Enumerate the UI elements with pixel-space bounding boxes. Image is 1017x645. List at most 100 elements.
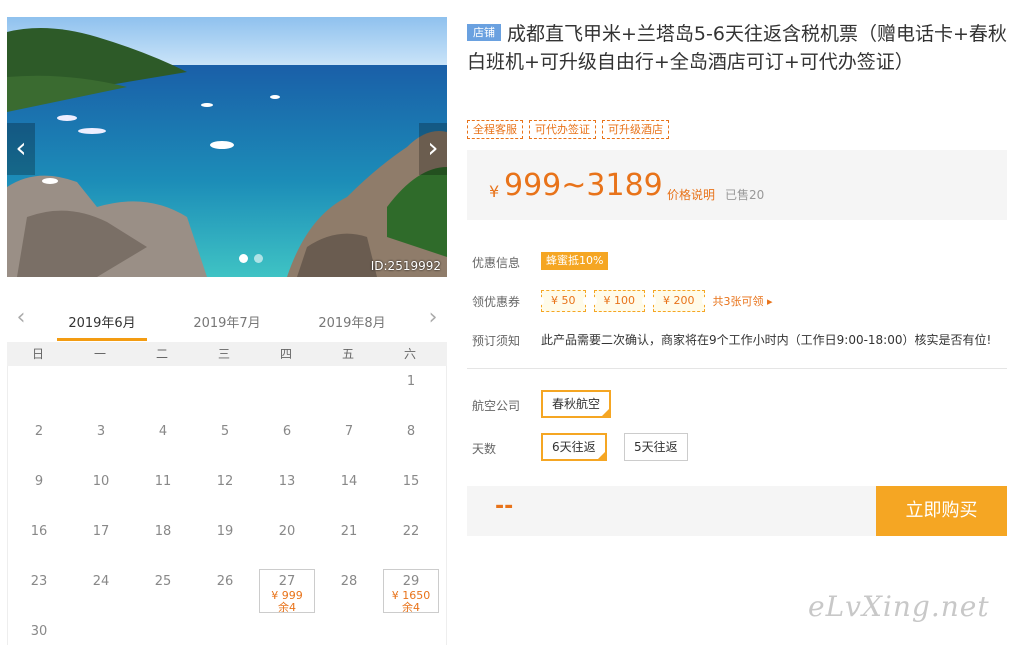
weekday-label: 六 <box>403 347 416 361</box>
day-number: 26 <box>216 574 234 589</box>
day-number: 12 <box>216 474 234 489</box>
days-option-6[interactable]: 6天往返 <box>541 433 607 461</box>
calendar-day: 4 <box>132 416 194 466</box>
calendar-day: 11 <box>132 466 194 516</box>
chevron-left-icon[interactable]: ‹ <box>11 307 31 329</box>
day-number: 18 <box>154 524 172 539</box>
coupon-50[interactable]: ¥ 50 <box>538 290 588 312</box>
day-number: 8 <box>406 424 416 439</box>
calendar-empty-cell <box>256 366 318 416</box>
day-number: 25 <box>154 574 172 589</box>
available-day-frame <box>383 569 439 613</box>
day-number: 6 <box>282 424 292 439</box>
calendar-day: 25 <box>132 566 194 616</box>
day-number: 10 <box>92 474 110 489</box>
day-number: 15 <box>402 474 420 489</box>
sold-count: 已售20 <box>725 188 765 202</box>
calendar-day: 8 <box>380 416 442 466</box>
coupon-200[interactable]: ¥ 200 <box>650 290 707 312</box>
days-option-5[interactable]: 5天往返 <box>624 433 688 461</box>
day-number: 28 <box>340 574 358 589</box>
calendar-day: 13 <box>256 466 318 516</box>
day-number: 19 <box>216 524 234 539</box>
calendar-day: 5 <box>194 416 256 466</box>
coupon-label: 领优惠券 <box>472 295 521 309</box>
calendar-day: 20 <box>256 516 318 566</box>
chevron-right-icon[interactable]: › <box>423 307 443 329</box>
chevron-left-icon: ‹ <box>15 131 27 164</box>
calendar-day: 21 <box>318 516 380 566</box>
calendar-grid: 1 2 3 4 5 6 7 8 9 10 11 12 13 14 15 16 17 18 19 20 21 22 23 24 2… <box>7 366 447 645</box>
day-number: 16 <box>30 524 48 539</box>
month-nav: ‹ 2019年6月 2019年7月 2019年8月 › <box>7 298 447 342</box>
weekday-header: 日 一 二 三 四 五 六 <box>7 342 447 366</box>
more-coupons-link[interactable]: 共3张可领 ▸ <box>713 293 773 309</box>
departure-calendar: ‹ 2019年6月 2019年7月 2019年8月 › 日 一 二 三 四 五 … <box>7 298 447 645</box>
tab-month-july[interactable]: 2019年7月 <box>182 312 272 331</box>
hero-image: ‹ › ID:2519992 <box>7 17 447 277</box>
day-number: 23 <box>30 574 48 589</box>
coupon-list: ¥ 50 ¥ 100 ¥ 200 共3张可领 ▸ <box>538 290 773 312</box>
airline-option-spring[interactable]: 春秋航空 <box>541 390 612 418</box>
price-explain-link[interactable]: 价格说明 <box>667 186 715 203</box>
day-number: 5 <box>220 424 230 439</box>
coupon-100[interactable]: ¥ 100 <box>590 290 648 312</box>
calendar-day: 17 <box>70 516 132 566</box>
calendar-day: 15 <box>380 466 442 516</box>
calendar-empty-cell <box>132 366 194 416</box>
hero-next-button[interactable]: › <box>419 123 447 175</box>
calendar-day: 26 <box>194 566 256 616</box>
calendar-day: 3 <box>70 416 132 466</box>
weekday-label: 一 <box>93 347 106 361</box>
notice-text: 此产品需要二次确认，商家将在9个工作小时内（工作日9:00-18:00）核实是否… <box>541 333 992 347</box>
calendar-day[interactable]: 27 ¥ 999 余4 <box>256 566 318 616</box>
notice-label: 预订须知 <box>472 334 521 348</box>
calendar-empty-cell <box>318 366 380 416</box>
calendar-day: 18 <box>132 516 194 566</box>
service-tag: 可代办签证 <box>529 120 596 139</box>
calendar-day: 23 <box>8 566 70 616</box>
service-tag: 可升级酒店 <box>602 120 669 139</box>
total-price: -- <box>495 494 514 519</box>
day-number: 21 <box>340 524 358 539</box>
product-title: 店铺 成都直飞甲米+兰塔岛5-6天往返含税机票（赠电话卡+春秋白班机+可升级自由行… <box>467 20 1012 76</box>
calendar-day: 14 <box>318 466 380 516</box>
calendar-day: 30 <box>8 616 70 645</box>
day-number: 30 <box>30 624 48 639</box>
calendar-day: 1 <box>380 366 442 416</box>
product-title-text: 成都直飞甲米+兰塔岛5-6天往返含税机票（赠电话卡+春秋白班机+可升级自由行+全… <box>467 23 1007 73</box>
calendar-day: 6 <box>256 416 318 466</box>
product-page: ‹ › ID:2519992 ‹ 2019年6月 2019年7月 2019年8月… <box>0 0 1017 645</box>
day-number: 22 <box>402 524 420 539</box>
day-number: 24 <box>92 574 110 589</box>
carousel-dot[interactable] <box>239 254 248 263</box>
image-id-label: ID:2519992 <box>370 259 441 273</box>
hero-prev-button[interactable]: ‹ <box>7 123 35 175</box>
calendar-empty-cell <box>8 366 70 416</box>
calendar-day: 10 <box>70 466 132 516</box>
calendar-day: 28 <box>318 566 380 616</box>
discount-label: 优惠信息 <box>472 256 521 270</box>
day-number: 1 <box>406 374 416 389</box>
calendar-empty-cell <box>70 366 132 416</box>
carousel-dot[interactable] <box>254 254 263 263</box>
tab-month-august[interactable]: 2019年8月 <box>307 312 397 331</box>
weekday-label: 五 <box>341 347 354 361</box>
tab-month-june[interactable]: 2019年6月 <box>57 312 147 331</box>
calendar-day: 9 <box>8 466 70 516</box>
calendar-day: 16 <box>8 516 70 566</box>
calendar-day: 22 <box>380 516 442 566</box>
calendar-day[interactable]: 29 ¥ 1650 余4 <box>380 566 442 616</box>
price-box: ¥ 999~3189 价格说明 已售20 <box>467 150 1007 220</box>
service-tags: 全程客服 可代办签证 可升级酒店 <box>467 120 669 139</box>
service-tag: 全程客服 <box>467 120 523 139</box>
day-number: 4 <box>158 424 168 439</box>
weekday-label: 三 <box>217 347 230 361</box>
day-number: 11 <box>154 474 172 489</box>
buy-now-button[interactable]: 立即购买 <box>876 486 1007 536</box>
calendar-day: 12 <box>194 466 256 516</box>
available-day-frame <box>259 569 315 613</box>
calendar-day: 2 <box>8 416 70 466</box>
day-number: 14 <box>340 474 358 489</box>
calendar-empty-cell <box>194 366 256 416</box>
